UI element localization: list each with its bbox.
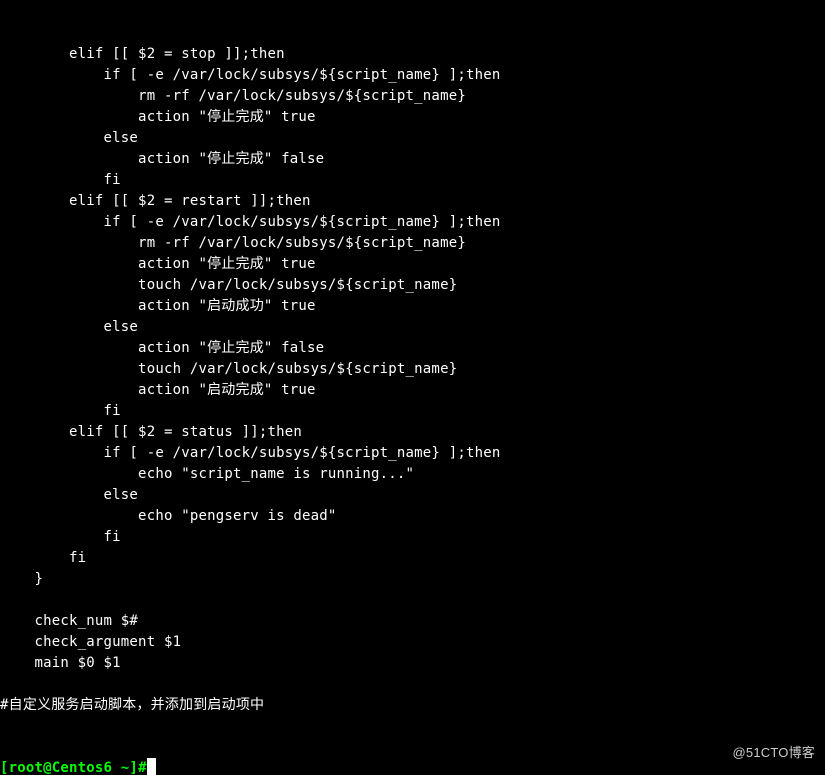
code-line: touch /var/lock/subsys/${script_name} bbox=[0, 275, 825, 296]
code-line: elif [[ $2 = status ]];then bbox=[0, 422, 825, 443]
cursor bbox=[147, 758, 156, 775]
code-line bbox=[0, 674, 825, 695]
code-line: if [ -e /var/lock/subsys/${script_name} … bbox=[0, 65, 825, 86]
code-line: else bbox=[0, 485, 825, 506]
code-line: main $0 $1 bbox=[0, 653, 825, 674]
code-line: elif [[ $2 = stop ]];then bbox=[0, 44, 825, 65]
code-line: elif [[ $2 = restart ]];then bbox=[0, 191, 825, 212]
prompt-user-host: [root@Centos6 ~] bbox=[0, 760, 138, 775]
code-line: else bbox=[0, 128, 825, 149]
code-line: fi bbox=[0, 548, 825, 569]
code-line: else bbox=[0, 317, 825, 338]
code-line: #自定义服务启动脚本，并添加到启动项中 bbox=[0, 695, 825, 716]
watermark: @51CTO博客 bbox=[733, 742, 815, 763]
code-line: action "停止完成" true bbox=[0, 107, 825, 128]
terminal-window[interactable]: elif [[ $2 = stop ]];then if [ -e /var/l… bbox=[0, 0, 825, 775]
code-line: action "启动完成" true bbox=[0, 380, 825, 401]
code-line bbox=[0, 590, 825, 611]
code-line: action "停止完成" true bbox=[0, 254, 825, 275]
code-line: check_argument $1 bbox=[0, 632, 825, 653]
code-line: echo "pengserv is dead" bbox=[0, 506, 825, 527]
code-line: fi bbox=[0, 170, 825, 191]
code-line: action "停止完成" false bbox=[0, 338, 825, 359]
code-line: action "停止完成" false bbox=[0, 149, 825, 170]
code-line: if [ -e /var/lock/subsys/${script_name} … bbox=[0, 443, 825, 464]
code-line: if [ -e /var/lock/subsys/${script_name} … bbox=[0, 212, 825, 233]
code-line: rm -rf /var/lock/subsys/${script_name} bbox=[0, 233, 825, 254]
code-line: fi bbox=[0, 527, 825, 548]
prompt-line[interactable]: [root@Centos6 ~]# bbox=[0, 758, 825, 775]
code-line: } bbox=[0, 569, 825, 590]
code-line: fi bbox=[0, 401, 825, 422]
code-line: rm -rf /var/lock/subsys/${script_name} bbox=[0, 86, 825, 107]
code-line: echo "script_name is running..." bbox=[0, 464, 825, 485]
code-line: action "启动成功" true bbox=[0, 296, 825, 317]
code-line: touch /var/lock/subsys/${script_name} bbox=[0, 359, 825, 380]
prompt-hash: # bbox=[138, 760, 147, 775]
script-code-block: elif [[ $2 = stop ]];then if [ -e /var/l… bbox=[0, 44, 825, 716]
code-line: check_num $# bbox=[0, 611, 825, 632]
